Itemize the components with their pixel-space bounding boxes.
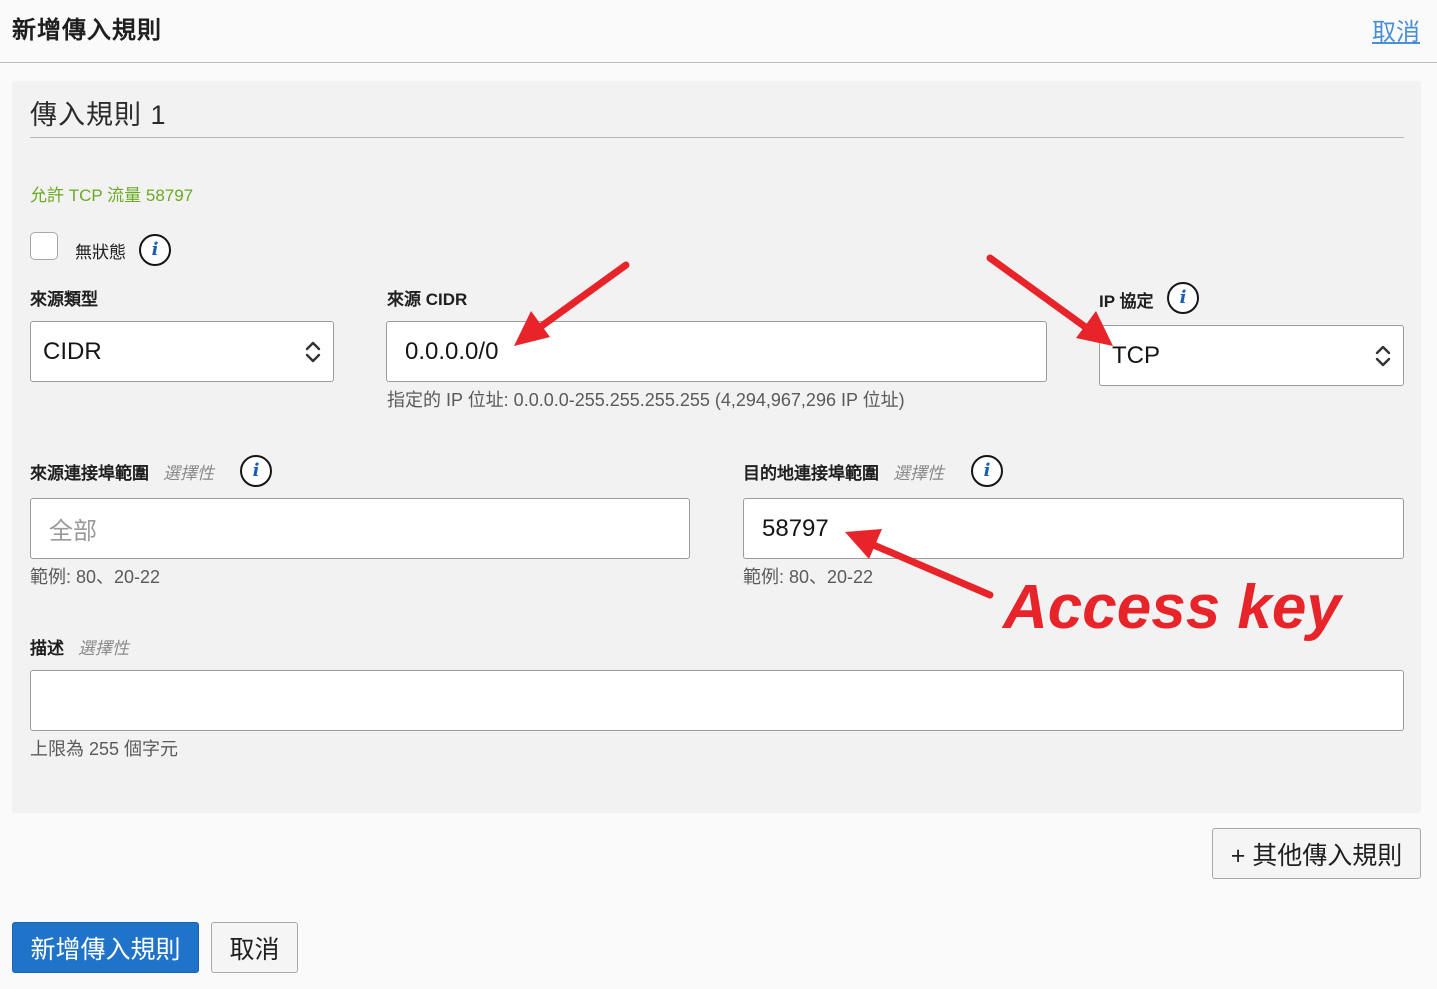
dest-port-value: 58797 — [762, 514, 829, 542]
submit-button[interactable]: 新增傳入規則 — [12, 922, 199, 973]
dest-port-label: 目的地連接埠範圍 選擇性 — [743, 459, 944, 484]
source-type-value: CIDR — [43, 337, 102, 365]
description-input[interactable] — [30, 670, 1404, 731]
dest-port-hint: 範例: 80、20-22 — [743, 567, 874, 587]
source-type-label: 來源類型 — [30, 290, 98, 309]
source-cidr-input[interactable]: 0.0.0.0/0 — [386, 321, 1047, 382]
dest-port-label-text: 目的地連接埠範圍 — [743, 464, 879, 483]
dest-port-input[interactable]: 58797 — [743, 498, 1404, 559]
ip-protocol-select[interactable]: TCP — [1099, 325, 1404, 386]
description-label-text: 描述 — [30, 639, 64, 658]
ip-protocol-value: TCP — [1112, 341, 1160, 369]
source-port-info-icon[interactable]: i — [240, 455, 272, 487]
rule-divider — [30, 137, 1404, 138]
description-label: 描述 選擇性 — [30, 634, 129, 659]
source-port-label: 來源連接埠範圍 選擇性 — [30, 459, 214, 484]
rule-summary: 允許 TCP 流量 58797 — [30, 186, 194, 205]
source-type-select[interactable]: CIDR — [30, 321, 334, 382]
chevron-updown-icon — [1375, 345, 1391, 366]
cancel-button[interactable]: 取消 — [211, 922, 298, 973]
description-optional: 選擇性 — [78, 639, 129, 658]
source-port-label-text: 來源連接埠範圍 — [30, 464, 149, 483]
stateless-info-icon[interactable]: i — [139, 234, 171, 266]
source-port-input[interactable]: 全部 — [30, 498, 690, 559]
ip-protocol-info-icon[interactable]: i — [1167, 282, 1199, 314]
dest-port-optional: 選擇性 — [893, 464, 944, 483]
dest-port-info-icon[interactable]: i — [971, 455, 1003, 487]
header-cancel-link[interactable]: 取消 — [1372, 12, 1420, 47]
source-cidr-label: 來源 CIDR — [387, 290, 468, 309]
ip-protocol-label: IP 協定 — [1099, 292, 1154, 311]
annotation-label: Access key — [1003, 573, 1341, 642]
rule-title: 傳入規則 1 — [30, 100, 167, 130]
dialog-header: 新增傳入規則 取消 — [0, 0, 1437, 63]
source-cidr-value: 0.0.0.0/0 — [405, 337, 499, 365]
source-port-placeholder: 全部 — [49, 518, 97, 545]
description-hint: 上限為 255 個字元 — [30, 739, 179, 759]
source-port-hint: 範例: 80、20-22 — [30, 567, 161, 587]
dialog-title: 新增傳入規則 — [12, 17, 162, 44]
source-cidr-hint: 指定的 IP 位址: 0.0.0.0-255.255.255.255 (4,29… — [387, 390, 905, 410]
add-another-rule-button[interactable]: + 其他傳入規則 — [1212, 828, 1421, 879]
stateless-checkbox[interactable] — [30, 232, 58, 260]
chevron-updown-icon — [305, 341, 321, 362]
stateless-label: 無狀態 — [75, 243, 126, 262]
source-port-optional: 選擇性 — [163, 464, 214, 483]
